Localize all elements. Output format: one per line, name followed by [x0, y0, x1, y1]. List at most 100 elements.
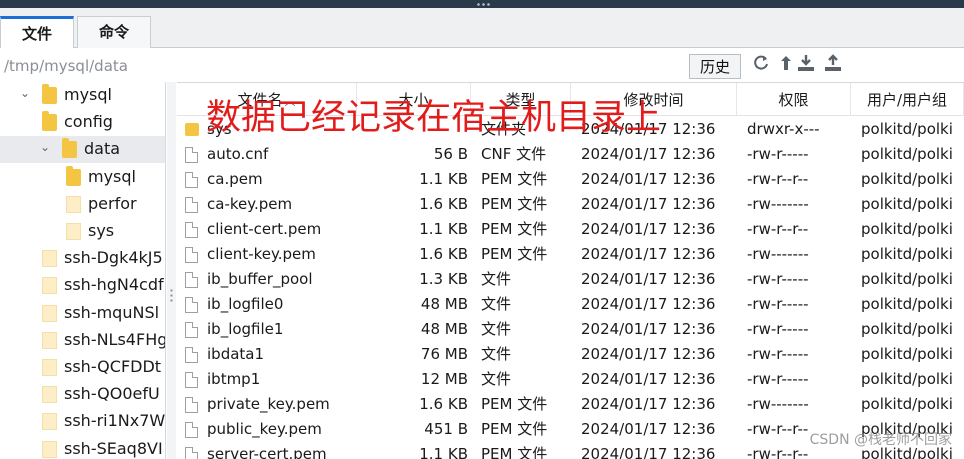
- folder-icon: [42, 331, 57, 349]
- tree-item[interactable]: ssh-mquNSl: [0, 300, 165, 327]
- cell-size: 1.1 KB: [419, 220, 468, 238]
- tree-item[interactable]: ssh-Dgk4kJ5: [0, 245, 165, 272]
- cell-size: 1.6 KB: [419, 195, 468, 213]
- cell-owner: polkitd/polki: [861, 345, 953, 363]
- upload-icon[interactable]: [823, 54, 843, 76]
- pane-splitter[interactable]: [167, 82, 176, 459]
- file-icon: [185, 222, 198, 238]
- cell-owner: polkitd/polki: [861, 270, 953, 288]
- folder-icon: [66, 165, 81, 186]
- tab-files[interactable]: 文件: [0, 16, 74, 49]
- cell-type: 文件: [481, 320, 512, 338]
- tree-item[interactable]: mysql: [0, 164, 165, 191]
- tree-item[interactable]: ⌄ mysql: [0, 82, 165, 109]
- cell-type: 文件: [481, 345, 512, 363]
- cell-owner: polkitd/polki: [861, 370, 953, 388]
- history-button[interactable]: 历史: [689, 54, 741, 79]
- tree-item[interactable]: ssh-QO0efU: [0, 381, 165, 408]
- cell-size: 48 MB: [420, 295, 468, 313]
- table-row[interactable]: ib_buffer_pool 1.3 KB 文件 2024/01/17 12:36 -r…: [177, 267, 964, 292]
- cell-modified: 2024/01/17 12:36: [581, 145, 716, 163]
- cell-name: client-cert.pem: [207, 220, 322, 238]
- cell-modified: 2024/01/17 12:36: [581, 195, 716, 213]
- table-row[interactable]: ib_logfile1 48 MB 文件 2024/01/17 12:36 -rw-r-…: [177, 317, 964, 342]
- cell-type: 文件: [481, 370, 512, 388]
- cell-type: 文件: [481, 295, 512, 313]
- cell-size: 1.1 KB: [419, 170, 468, 188]
- path-input[interactable]: [0, 53, 685, 79]
- table-row[interactable]: ibtmp1 12 MB 文件 2024/01/17 12:36 -rw-r----- p…: [177, 367, 964, 392]
- watermark: CSDN @栈老师不回家: [809, 432, 952, 448]
- tree-item[interactable]: ssh-NLs4FHg: [0, 327, 165, 354]
- cell-modified: 2024/01/17 12:36: [581, 420, 716, 438]
- tree-item-label: ssh-Dgk4kJ5: [64, 248, 163, 268]
- file-icon: [185, 297, 198, 313]
- tree-item[interactable]: ssh-ri1Nx7W: [0, 408, 165, 435]
- table-row[interactable]: ca.pem 1.1 KB PEM 文件 2024/01/17 12:36 -rw-r-…: [177, 167, 964, 192]
- cell-size: 48 MB: [420, 320, 468, 338]
- cell-perms: -rw-r-----: [747, 345, 809, 363]
- refresh-icon[interactable]: [751, 54, 771, 76]
- tree-item[interactable]: sys: [0, 218, 165, 245]
- cell-owner: polkitd/polki: [861, 245, 953, 263]
- table-row[interactable]: ib_logfile0 48 MB 文件 2024/01/17 12:36 -rw-r-…: [177, 292, 964, 317]
- directory-tree: ⌄ mysql config ⌄ data mysql perfor sys ssh-Dgk4k…: [0, 82, 166, 459]
- download-icon[interactable]: [796, 54, 816, 76]
- cell-owner: polkitd/polki: [861, 195, 953, 213]
- window-top-bar: [0, 0, 964, 8]
- folder-icon: [42, 250, 57, 268]
- table-row[interactable]: ibdata1 76 MB 文件 2024/01/17 12:36 -rw-r-----…: [177, 342, 964, 367]
- chevron-down-icon[interactable]: ⌄: [40, 140, 50, 154]
- cell-type: PEM 文件: [481, 395, 548, 413]
- cell-size: 1.6 KB: [419, 245, 468, 263]
- table-row[interactable]: ca-key.pem 1.6 KB PEM 文件 2024/01/17 12:36 -r…: [177, 192, 964, 217]
- splitter-grip-icon[interactable]: [170, 288, 173, 304]
- file-icon: [185, 147, 198, 163]
- tree-item[interactable]: config: [0, 109, 165, 136]
- column-header[interactable]: 用户/用户组: [851, 83, 964, 116]
- cell-name: ib_logfile0: [207, 295, 284, 313]
- cell-perms: -rw-r-----: [747, 320, 809, 338]
- file-icon: [185, 447, 198, 459]
- cell-name: ibdata1: [207, 345, 265, 363]
- tree-item[interactable]: ssh-hgN4cdf: [0, 272, 165, 299]
- tree-item[interactable]: ⌄ data: [0, 136, 165, 164]
- tab-commands[interactable]: 命令: [77, 16, 151, 48]
- cell-type: PEM 文件: [481, 445, 548, 459]
- cell-name: public_key.pem: [207, 420, 322, 438]
- cell-owner: polkitd/polki: [861, 320, 953, 338]
- column-header[interactable]: 权限: [737, 83, 851, 116]
- tree-item-label: mysql: [64, 85, 112, 104]
- cell-modified: 2024/01/17 12:36: [581, 295, 716, 313]
- tree-item-label: sys: [88, 221, 115, 240]
- cell-name: ibtmp1: [207, 370, 261, 388]
- cell-name: private_key.pem: [207, 395, 330, 413]
- tree-item[interactable]: ssh-SEaq8VI: [0, 436, 165, 459]
- column-header-label: 用户/用户组: [866, 91, 948, 109]
- cell-name: ca.pem: [207, 170, 263, 188]
- folder-icon: [42, 111, 57, 132]
- file-icon: [185, 372, 198, 388]
- cell-owner: polkitd/polki: [861, 120, 953, 138]
- chevron-down-icon[interactable]: ⌄: [20, 86, 30, 100]
- tree-item-label: ssh-SEaq8VI: [64, 438, 163, 458]
- file-icon: [185, 172, 198, 188]
- tree-item-label: ssh-QCFDDt: [64, 357, 162, 376]
- folder-icon: [42, 440, 57, 458]
- folder-icon: [185, 123, 199, 136]
- table-row[interactable]: private_key.pem 1.6 KB PEM 文件 2024/01/17 12…: [177, 392, 964, 417]
- tree-item[interactable]: perfor: [0, 191, 165, 218]
- tree-item[interactable]: ssh-QCFDDt: [0, 354, 165, 381]
- table-row[interactable]: client-cert.pem 1.1 KB PEM 文件 2024/01/17 12…: [177, 217, 964, 242]
- cell-perms: -rw-------: [747, 195, 809, 213]
- up-arrow-icon[interactable]: [776, 54, 796, 76]
- file-icon: [185, 197, 198, 213]
- folder-icon: [66, 223, 81, 240]
- cell-modified: 2024/01/17 12:36: [581, 245, 716, 263]
- cell-perms: -rw-------: [747, 245, 809, 263]
- cell-modified: 2024/01/17 12:36: [581, 370, 716, 388]
- file-icon: [185, 422, 198, 438]
- table-row[interactable]: auto.cnf 56 B CNF 文件 2024/01/17 12:36 -rw-r-…: [177, 142, 964, 167]
- folder-icon: [42, 413, 57, 431]
- table-row[interactable]: client-key.pem 1.6 KB PEM 文件 2024/01/17 12:…: [177, 242, 964, 267]
